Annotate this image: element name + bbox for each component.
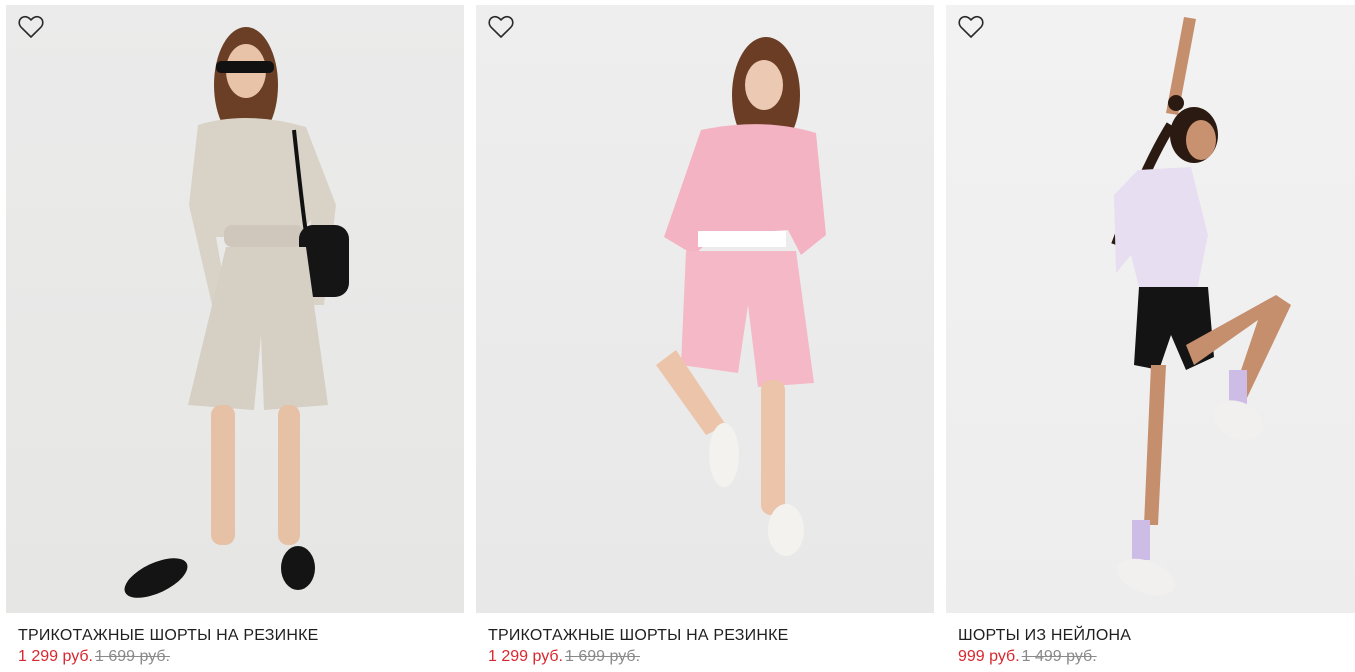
model-illustration [656, 37, 826, 556]
model-illustration [124, 27, 349, 598]
product-price: 1 299 руб. 1 699 руб. [18, 647, 464, 667]
product-title[interactable]: ТРИКОТАЖНЫЕ ШОРТЫ НА РЕЗИНКЕ [488, 626, 934, 646]
price-current: 1 299 руб. [488, 648, 563, 665]
product-title[interactable]: ШОРТЫ ИЗ НЕЙЛОНА [958, 626, 1355, 646]
product-price: 1 299 руб. 1 699 руб. [488, 647, 934, 667]
product-image[interactable] [6, 5, 464, 613]
favorite-heart-icon[interactable] [18, 15, 44, 39]
product-image[interactable] [476, 5, 934, 613]
product-price: 999 руб. 1 499 руб. [958, 647, 1355, 667]
product-title[interactable]: ТРИКОТАЖНЫЕ ШОРТЫ НА РЕЗИНКЕ [18, 626, 464, 646]
price-old: 1 499 руб. [1021, 648, 1097, 665]
price-current: 999 руб. [958, 648, 1020, 665]
product-card[interactable]: ТРИКОТАЖНЫЕ ШОРТЫ НА РЕЗИНКЕ 1 299 руб. 1… [476, 5, 934, 672]
favorite-heart-icon[interactable] [488, 15, 514, 39]
model-illustration [1111, 17, 1291, 596]
favorite-heart-icon[interactable] [958, 15, 984, 39]
price-old: 1 699 руб. [565, 648, 640, 665]
product-grid: ТРИКОТАЖНЫЕ ШОРТЫ НА РЕЗИНКЕ 1 299 руб. 1… [0, 0, 1355, 672]
product-card[interactable]: ШОРТЫ ИЗ НЕЙЛОНА 999 руб. 1 499 руб. [946, 5, 1355, 672]
product-card[interactable]: ТРИКОТАЖНЫЕ ШОРТЫ НА РЕЗИНКЕ 1 299 руб. 1… [6, 5, 464, 672]
price-current: 1 299 руб. [18, 648, 93, 665]
price-old: 1 699 руб. [95, 648, 170, 665]
product-image[interactable] [946, 5, 1355, 613]
